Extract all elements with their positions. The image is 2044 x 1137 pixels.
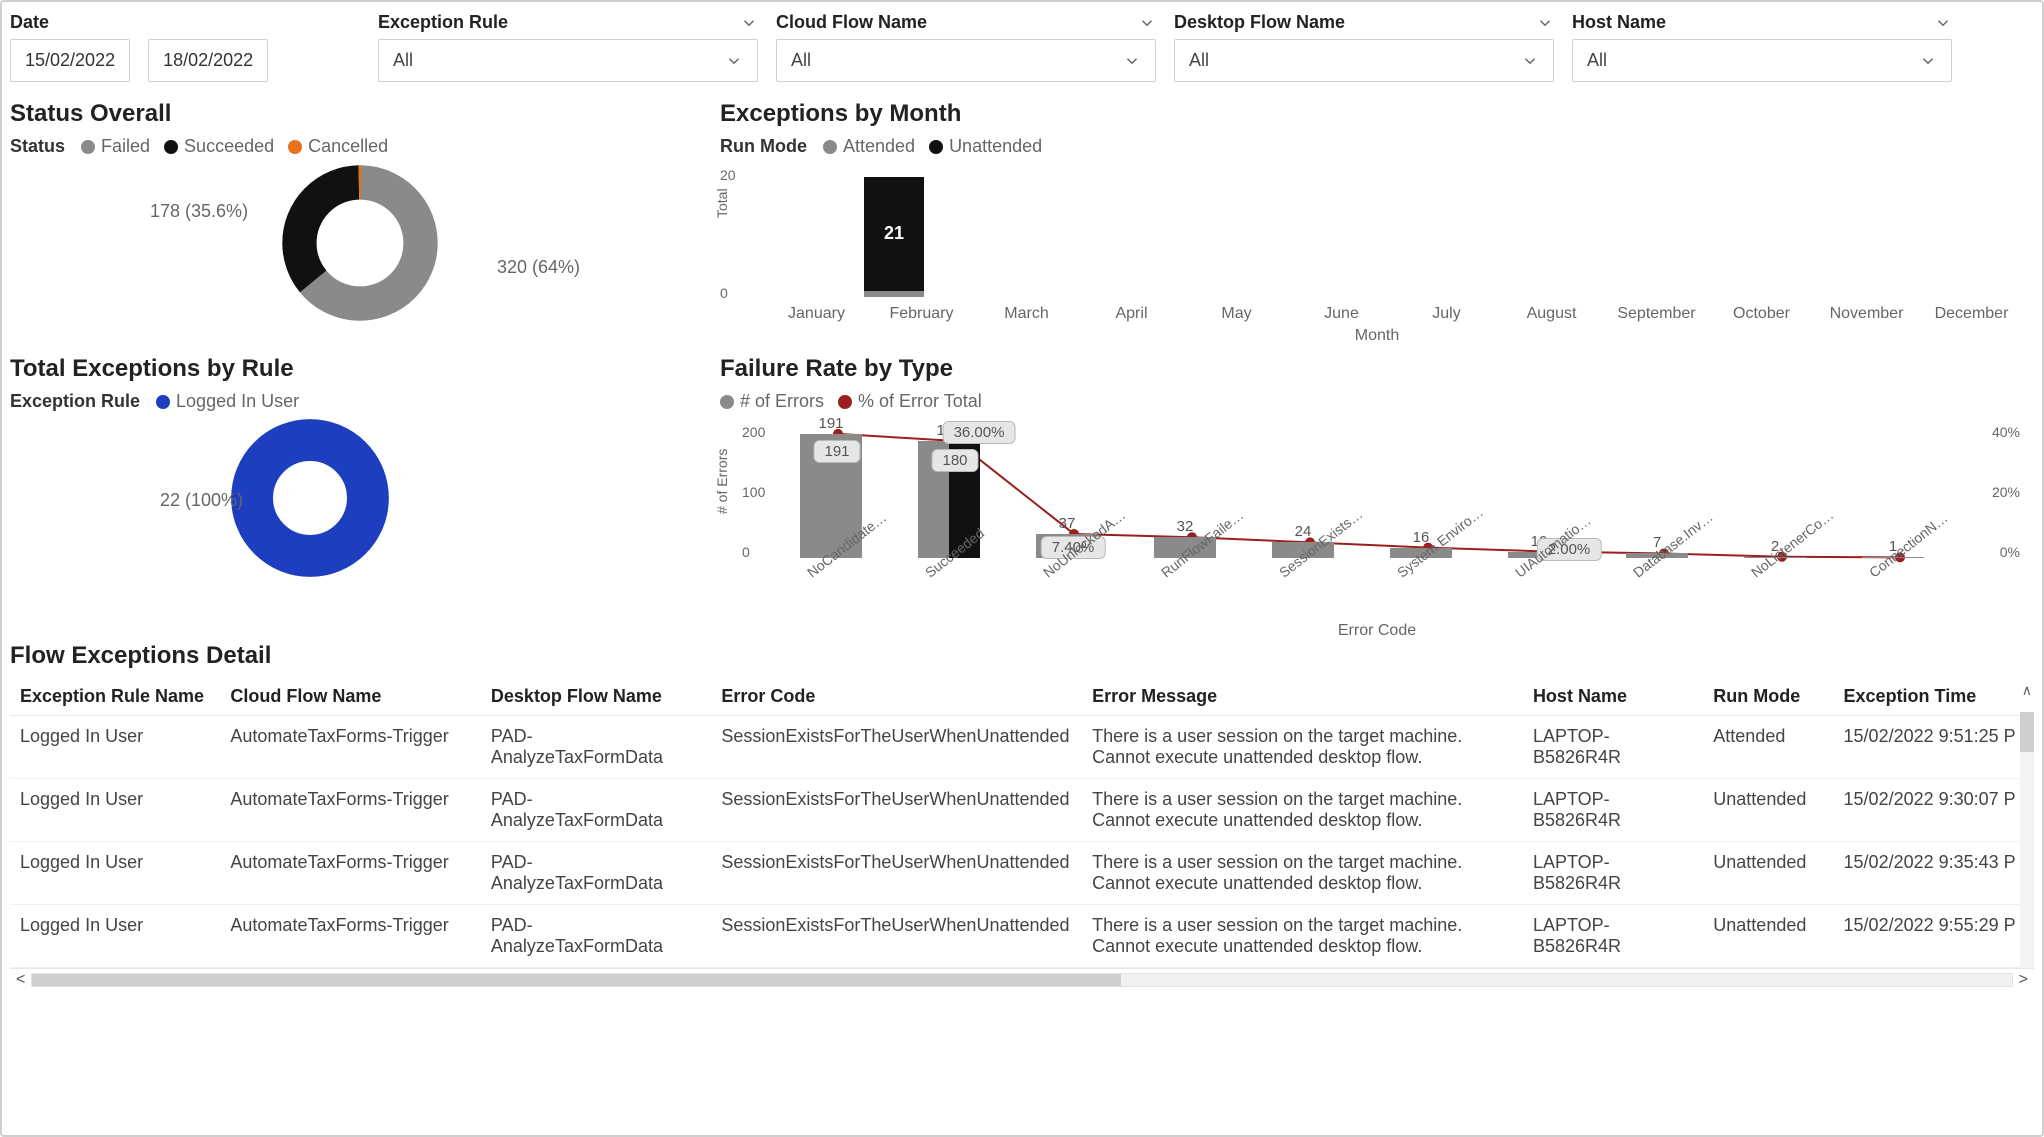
table-header[interactable]: Desktop Flow Name: [481, 678, 711, 716]
cloud-flow-dropdown[interactable]: All: [776, 39, 1156, 82]
chevron-down-icon: [725, 52, 743, 70]
filter-bar: Date 15/02/2022 18/02/2022 Exception Rul…: [10, 8, 2034, 96]
exc-rule-legend: Exception Rule Logged In User: [10, 391, 710, 412]
exception-rule-value: All: [393, 50, 413, 71]
dot-icon: [164, 140, 178, 154]
scroll-right-icon[interactable]: >: [2019, 971, 2028, 989]
runmode-legend: Run Mode Attended Unattended: [720, 136, 2034, 157]
dot-icon: [823, 140, 837, 154]
table-header[interactable]: Host Name: [1523, 678, 1703, 716]
vertical-scrollbar[interactable]: [2020, 712, 2034, 968]
table-row[interactable]: Logged In UserAutomateTaxForms-TriggerPA…: [10, 779, 2034, 842]
detail-table[interactable]: Exception Rule NameCloud Flow NameDeskto…: [10, 678, 2034, 968]
detail-table-wrap: ∧ Exception Rule NameCloud Flow NameDesk…: [10, 678, 2034, 968]
dot-icon: [156, 395, 170, 409]
cloud-flow-filter: Cloud Flow Name All: [776, 12, 1156, 82]
table-header[interactable]: Cloud Flow Name: [220, 678, 481, 716]
donut-label-left: 178 (35.6%): [150, 201, 248, 222]
exception-rule-filter: Exception Rule All: [378, 12, 758, 82]
date-from-input[interactable]: 15/02/2022: [10, 39, 130, 82]
table-header[interactable]: Error Code: [711, 678, 1082, 716]
failure-rate-title: Failure Rate by Type: [720, 355, 2034, 383]
table-row[interactable]: Logged In UserAutomateTaxForms-TriggerPA…: [10, 842, 2034, 905]
exception-rule-dropdown[interactable]: All: [378, 39, 758, 82]
failure-legend: # of Errors % of Error Total: [720, 391, 2034, 412]
dot-icon: [929, 140, 943, 154]
chevron-down-icon: [1919, 52, 1937, 70]
table-header[interactable]: Exception Time: [1834, 678, 2034, 716]
dot-icon: [288, 140, 302, 154]
date-to-input[interactable]: 18/02/2022: [148, 39, 268, 82]
bar-total-label: 21: [864, 223, 924, 244]
dot-icon: [838, 395, 852, 409]
table-header[interactable]: Error Message: [1082, 678, 1523, 716]
table-header[interactable]: Exception Rule Name: [10, 678, 220, 716]
detail-title: Flow Exceptions Detail: [10, 642, 2034, 670]
host-label: Host Name: [1572, 12, 1666, 33]
status-donut-chart[interactable]: 178 (35.6%) 320 (64%): [230, 163, 490, 323]
table-row[interactable]: Logged In UserAutomateTaxForms-TriggerPA…: [10, 716, 2034, 779]
host-dropdown[interactable]: All: [1572, 39, 1952, 82]
date-filter: Date 15/02/2022 18/02/2022: [10, 12, 360, 82]
month-axis: JanuaryFebruaryMarch AprilMayJune JulyAu…: [764, 305, 2024, 323]
y-axis-title: # of Errors: [714, 449, 730, 514]
date-filter-label: Date: [10, 12, 360, 33]
status-legend: Status Failed Succeeded Cancelled: [10, 136, 710, 157]
desktop-flow-value: All: [1189, 50, 1209, 71]
donut-label-right: 320 (64%): [497, 257, 580, 278]
chevron-down-icon[interactable]: [1536, 14, 1554, 32]
table-header[interactable]: Run Mode: [1703, 678, 1833, 716]
exc-month-chart[interactable]: Total 20 0 21 JanuaryFebruaryMarch April…: [720, 163, 2034, 333]
scroll-left-icon[interactable]: <: [16, 971, 25, 989]
chevron-down-icon: [1521, 52, 1539, 70]
chevron-down-icon[interactable]: [740, 14, 758, 32]
dot-icon: [720, 395, 734, 409]
exc-rule-donut[interactable]: 22 (100%): [230, 418, 490, 598]
horizontal-scrollbar[interactable]: < >: [10, 968, 2034, 991]
exc-rule-title: Total Exceptions by Rule: [10, 355, 710, 383]
exc-month-title: Exceptions by Month: [720, 100, 2034, 128]
failure-pareto-chart[interactable]: # of Errors 200 100 0 40% 20% 0% 1911803…: [720, 418, 2034, 628]
dot-icon: [81, 140, 95, 154]
chevron-down-icon[interactable]: [1934, 14, 1952, 32]
desktop-flow-filter: Desktop Flow Name All: [1174, 12, 1554, 82]
table-row[interactable]: Logged In UserAutomateTaxForms-TriggerPA…: [10, 905, 2034, 968]
exception-rule-label: Exception Rule: [378, 12, 508, 33]
status-overall-title: Status Overall: [10, 100, 710, 128]
host-filter: Host Name All: [1572, 12, 1952, 82]
report-canvas: Date 15/02/2022 18/02/2022 Exception Rul…: [0, 0, 2044, 1137]
desktop-flow-label: Desktop Flow Name: [1174, 12, 1345, 33]
donut-label: 22 (100%): [160, 490, 243, 511]
chevron-down-icon: [1123, 52, 1141, 70]
y-axis-title: Total: [714, 188, 730, 218]
cloud-flow-value: All: [791, 50, 811, 71]
sort-asc-icon[interactable]: ∧: [2022, 682, 2032, 699]
desktop-flow-dropdown[interactable]: All: [1174, 39, 1554, 82]
host-value: All: [1587, 50, 1607, 71]
chevron-down-icon[interactable]: [1138, 14, 1156, 32]
cloud-flow-label: Cloud Flow Name: [776, 12, 927, 33]
